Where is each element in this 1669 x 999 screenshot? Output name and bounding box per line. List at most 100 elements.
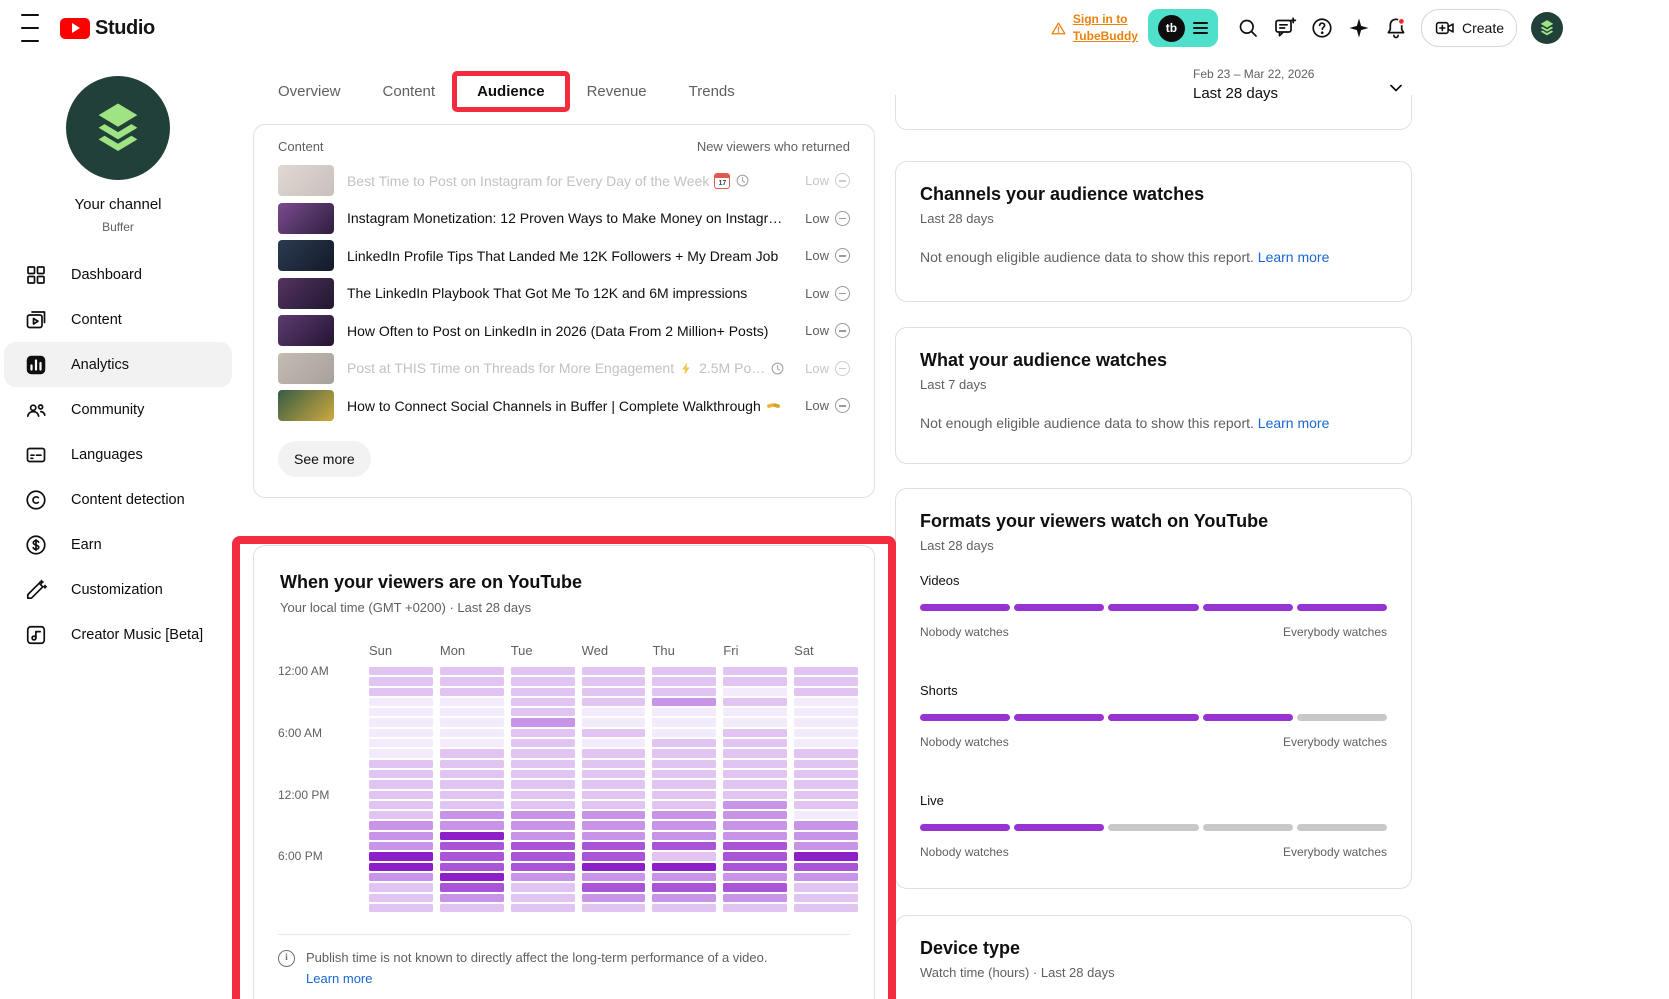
heatmap-cell[interactable] xyxy=(582,749,646,757)
help-icon[interactable] xyxy=(1304,8,1341,48)
date-range-filter[interactable]: Feb 23 – Mar 22, 2026 Last 28 days xyxy=(1193,67,1314,102)
heatmap-cell[interactable] xyxy=(511,760,575,768)
heatmap-cell[interactable] xyxy=(723,708,787,716)
heatmap-cell[interactable] xyxy=(652,873,716,881)
heatmap-cell[interactable] xyxy=(723,894,787,902)
heatmap-cell[interactable] xyxy=(582,718,646,726)
heatmap-cell[interactable] xyxy=(511,770,575,778)
heatmap-cell[interactable] xyxy=(794,873,858,881)
table-row[interactable]: How to Connect Social Channels in Buffer… xyxy=(278,387,850,425)
heatmap-cell[interactable] xyxy=(652,760,716,768)
heatmap-cell[interactable] xyxy=(511,863,575,871)
heatmap-cell[interactable] xyxy=(511,698,575,706)
heatmap-cell[interactable] xyxy=(652,791,716,799)
heatmap-cell[interactable] xyxy=(440,791,504,799)
heatmap-cell[interactable] xyxy=(794,677,858,685)
heatmap-cell[interactable] xyxy=(582,667,646,675)
heatmap-cell[interactable] xyxy=(582,791,646,799)
learn-more-link[interactable]: Learn more xyxy=(306,971,372,986)
heatmap-cell[interactable] xyxy=(652,832,716,840)
heatmap-cell[interactable] xyxy=(582,852,646,860)
heatmap-cell[interactable] xyxy=(440,842,504,850)
heatmap-cell[interactable] xyxy=(440,821,504,829)
heatmap-cell[interactable] xyxy=(794,760,858,768)
heatmap-cell[interactable] xyxy=(723,791,787,799)
heatmap-cell[interactable] xyxy=(440,863,504,871)
heatmap-cell[interactable] xyxy=(723,904,787,912)
tab-overview[interactable]: Overview xyxy=(278,83,341,100)
heatmap-cell[interactable] xyxy=(794,780,858,788)
heatmap-cell[interactable] xyxy=(582,821,646,829)
heatmap-cell[interactable] xyxy=(440,780,504,788)
heatmap-cell[interactable] xyxy=(440,718,504,726)
heatmap-cell[interactable] xyxy=(582,873,646,881)
table-row[interactable]: Instagram Monetization: 12 Proven Ways t… xyxy=(278,200,850,238)
heatmap-cell[interactable] xyxy=(440,904,504,912)
heatmap-cell[interactable] xyxy=(511,821,575,829)
heatmap-cell[interactable] xyxy=(794,842,858,850)
heatmap-cell[interactable] xyxy=(723,698,787,706)
heatmap-cell[interactable] xyxy=(723,801,787,809)
heatmap-cell[interactable] xyxy=(440,677,504,685)
heatmap-cell[interactable] xyxy=(440,883,504,891)
heatmap-cell[interactable] xyxy=(652,677,716,685)
heatmap-cell[interactable] xyxy=(794,729,858,737)
heatmap-cell[interactable] xyxy=(440,894,504,902)
heatmap-cell[interactable] xyxy=(511,667,575,675)
heatmap-cell[interactable] xyxy=(511,791,575,799)
sidebar-item-content[interactable]: Content xyxy=(0,297,236,342)
heatmap-cell[interactable] xyxy=(511,708,575,716)
heatmap-cell[interactable] xyxy=(794,801,858,809)
heatmap-cell[interactable] xyxy=(652,883,716,891)
feedback-icon[interactable] xyxy=(1267,8,1304,48)
learn-more-link[interactable]: Learn more xyxy=(1258,249,1330,265)
sidebar-item-community[interactable]: Community xyxy=(0,387,236,432)
heatmap-cell[interactable] xyxy=(369,667,433,675)
tab-audience[interactable]: Audience xyxy=(477,83,545,100)
heatmap-cell[interactable] xyxy=(794,667,858,675)
heatmap-cell[interactable] xyxy=(511,904,575,912)
heatmap-cell[interactable] xyxy=(723,780,787,788)
heatmap-cell[interactable] xyxy=(723,821,787,829)
heatmap-cell[interactable] xyxy=(794,739,858,747)
heatmap-cell[interactable] xyxy=(440,729,504,737)
heatmap-cell[interactable] xyxy=(511,749,575,757)
channel-avatar[interactable] xyxy=(66,76,170,180)
heatmap-cell[interactable] xyxy=(723,811,787,819)
sidebar-item-creator-music[interactable]: Creator Music [Beta] xyxy=(0,612,236,657)
heatmap-cell[interactable] xyxy=(652,718,716,726)
heatmap-cell[interactable] xyxy=(369,811,433,819)
heatmap-cell[interactable] xyxy=(582,688,646,696)
heatmap-cell[interactable] xyxy=(723,749,787,757)
sidebar-item-languages[interactable]: Languages xyxy=(0,432,236,477)
heatmap-cell[interactable] xyxy=(794,770,858,778)
heatmap-cell[interactable] xyxy=(723,667,787,675)
heatmap-cell[interactable] xyxy=(369,760,433,768)
account-avatar[interactable] xyxy=(1531,12,1563,44)
see-more-button[interactable]: See more xyxy=(278,441,371,477)
heatmap-cell[interactable] xyxy=(794,791,858,799)
heatmap-cell[interactable] xyxy=(511,832,575,840)
heatmap-cell[interactable] xyxy=(723,677,787,685)
menu-hamburger-icon[interactable] xyxy=(10,8,50,48)
heatmap-cell[interactable] xyxy=(582,811,646,819)
heatmap-cell[interactable] xyxy=(652,863,716,871)
heatmap-cell[interactable] xyxy=(794,698,858,706)
heatmap-cell[interactable] xyxy=(582,729,646,737)
heatmap-cell[interactable] xyxy=(582,801,646,809)
heatmap-cell[interactable] xyxy=(582,894,646,902)
heatmap-cell[interactable] xyxy=(511,894,575,902)
heatmap-cell[interactable] xyxy=(369,904,433,912)
heatmap-cell[interactable] xyxy=(511,739,575,747)
heatmap-cell[interactable] xyxy=(723,760,787,768)
heatmap-cell[interactable] xyxy=(511,842,575,850)
heatmap-cell[interactable] xyxy=(440,852,504,860)
heatmap-cell[interactable] xyxy=(582,739,646,747)
heatmap-cell[interactable] xyxy=(582,832,646,840)
heatmap-cell[interactable] xyxy=(369,780,433,788)
heatmap-cell[interactable] xyxy=(652,698,716,706)
heatmap-cell[interactable] xyxy=(369,749,433,757)
heatmap-cell[interactable] xyxy=(440,667,504,675)
sidebar-item-dashboard[interactable]: Dashboard xyxy=(0,252,236,297)
heatmap-cell[interactable] xyxy=(652,708,716,716)
